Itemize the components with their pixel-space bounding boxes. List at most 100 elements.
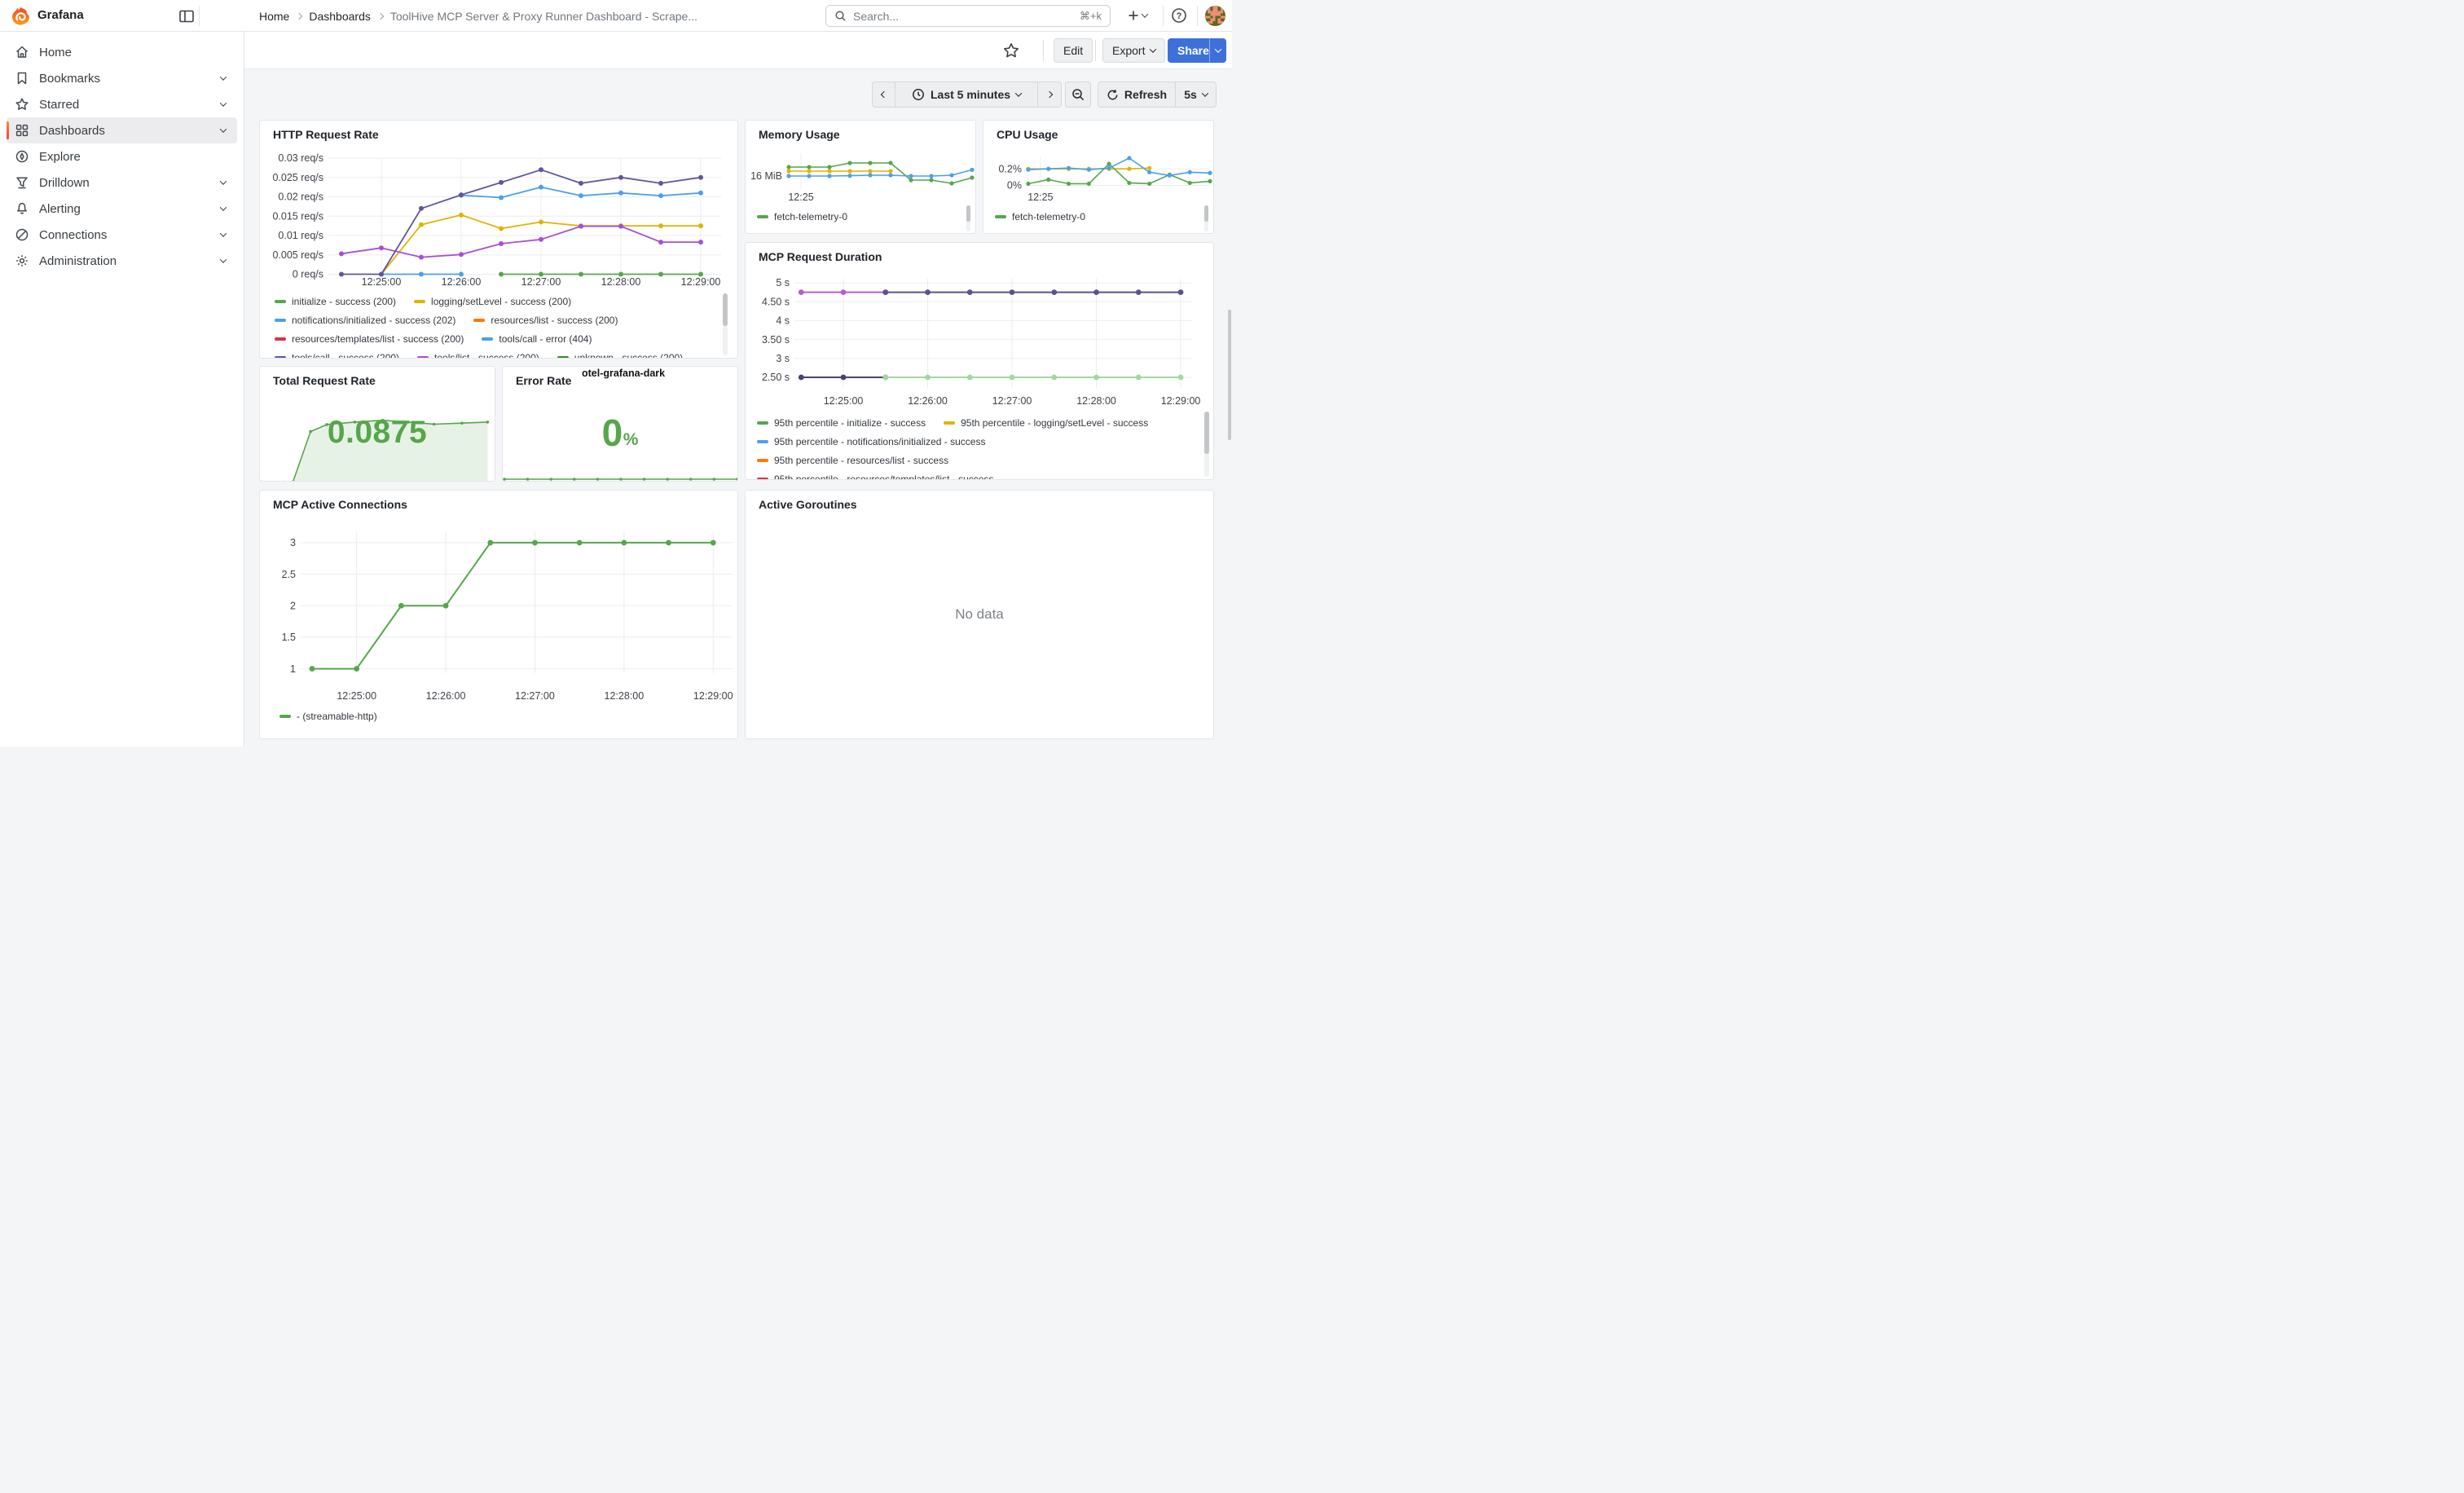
legend-color-marker — [995, 215, 1006, 218]
legend-scrollbar[interactable] — [1204, 412, 1209, 454]
panel-title[interactable]: HTTP Request Rate — [273, 128, 379, 141]
sidebar-item-bookmarks[interactable]: Bookmarks — [7, 65, 237, 91]
legend-item[interactable]: - (streamable-http) — [279, 711, 377, 722]
time-shift-back-button[interactable] — [872, 81, 895, 108]
legend-item[interactable]: fetch-telemetry-0 — [757, 211, 847, 222]
svg-text:0%: 0% — [1007, 180, 1022, 192]
panel-title[interactable]: MCP Active Connections — [273, 498, 407, 511]
zoom-out-button[interactable] — [1065, 81, 1091, 108]
sidebar-item-connections[interactable]: Connections — [7, 222, 237, 248]
legend-color-marker — [473, 319, 485, 322]
chevron-down-icon[interactable] — [220, 99, 227, 106]
legend-item[interactable]: resources/templates/list - success (200) — [275, 333, 464, 345]
chevron-down-icon[interactable] — [220, 230, 227, 236]
legend-color-marker — [944, 421, 955, 425]
chevron-down-icon[interactable] — [220, 256, 227, 262]
sidebar-item-label: Explore — [39, 150, 81, 164]
sidebar-item-starred[interactable]: Starred — [7, 91, 237, 117]
chevron-left-icon — [880, 91, 887, 98]
svg-text:1: 1 — [290, 663, 296, 675]
panel-title[interactable]: CPU Usage — [997, 128, 1058, 141]
plus-icon — [1127, 9, 1140, 22]
search-input[interactable]: ⌘+k — [825, 5, 1111, 27]
legend-scrollbar[interactable] — [966, 205, 970, 222]
sidebar-item-label: Home — [39, 46, 72, 59]
panel-active-goroutines: Active Goroutines No data — [745, 490, 1214, 739]
favorite-star-icon[interactable] — [1002, 42, 1020, 59]
legend-scrollbar[interactable] — [723, 293, 728, 326]
sidebar-item-home[interactable]: Home — [7, 39, 237, 65]
svg-text:1.5: 1.5 — [282, 632, 296, 643]
sidebar-item-label: Starred — [39, 98, 79, 112]
star-icon — [15, 97, 29, 112]
panel-memory-usage: Memory Usage 12:2516 MiB fetch-telemetry… — [745, 120, 976, 234]
search-shortcut: ⌘+k — [1080, 10, 1102, 23]
dock-menu-icon[interactable] — [178, 7, 196, 25]
chart-legend: 95th percentile - initialize - success 95… — [757, 413, 1148, 480]
legend-item[interactable]: initialize - success (200) — [275, 296, 396, 307]
mcp-active-connections-chart[interactable]: 12:25:0012:26:0012:27:0012:28:0012:29:00… — [260, 491, 737, 738]
panel-title[interactable]: Error Rate — [516, 374, 571, 387]
add-new-button[interactable] — [1127, 7, 1147, 24]
sidebar-item-administration[interactable]: Administration — [7, 248, 237, 274]
grafana-logo-icon[interactable] — [11, 6, 31, 26]
chart-legend: fetch-telemetry-0 — [757, 209, 847, 225]
legend-item[interactable]: unknown - success (200) — [557, 352, 683, 359]
legend-scrollbar[interactable] — [1204, 205, 1208, 222]
sidebar-item-label: Dashboards — [39, 124, 105, 138]
legend-item[interactable]: 95th percentile - resources/list - succe… — [757, 455, 948, 466]
breadcrumb-item[interactable]: Dashboards — [309, 10, 371, 23]
legend-row: notifications/initialized - success (202… — [275, 310, 683, 329]
legend-row: - (streamable-http) — [279, 707, 377, 725]
help-button[interactable]: ? — [1171, 7, 1187, 24]
breadcrumb-item: ToolHive MCP Server & Proxy Runner Dashb… — [390, 10, 697, 23]
sidebar: Home Bookmarks Starred Dashboards Explore Dri… — [0, 32, 244, 746]
chevron-down-icon[interactable] — [220, 204, 227, 210]
sidebar-item-dashboards[interactable]: Dashboards — [7, 117, 237, 143]
legend-item[interactable]: tools/call - error (404) — [482, 333, 592, 345]
floating-datasource-label: otel-grafana-dark — [582, 368, 665, 379]
legend-color-marker — [275, 300, 286, 303]
panel-title[interactable]: Active Goroutines — [759, 498, 857, 511]
dashboard-toolbar: Edit Export Share — [244, 32, 1232, 69]
chevron-down-icon — [1142, 11, 1148, 17]
search-field[interactable] — [853, 10, 1073, 23]
legend-item[interactable]: tools/list - success (200) — [417, 352, 539, 359]
legend-row: 95th percentile - resources/list - succe… — [757, 451, 1148, 469]
time-shift-forward-button[interactable] — [1038, 81, 1062, 108]
svg-text:12:26:00: 12:26:00 — [908, 395, 948, 407]
panel-title[interactable]: Memory Usage — [759, 128, 840, 141]
sidebar-item-explore[interactable]: Explore — [7, 143, 237, 170]
sidebar-item-alerting[interactable]: Alerting — [7, 196, 237, 222]
sidebar-item-drilldown[interactable]: Drilldown — [7, 170, 237, 196]
legend-item[interactable]: 95th percentile - logging/setLevel - suc… — [944, 417, 1148, 429]
chevron-down-icon[interactable] — [220, 178, 227, 184]
search-icon — [834, 10, 847, 22]
legend-item[interactable]: fetch-telemetry-0 — [995, 211, 1085, 222]
legend-color-marker — [757, 459, 768, 462]
panel-title[interactable]: MCP Request Duration — [759, 250, 882, 263]
share-dropdown-button[interactable] — [1209, 38, 1226, 63]
breadcrumb-item[interactable]: Home — [259, 10, 289, 23]
page-scrollbar[interactable] — [1228, 310, 1231, 440]
chevron-down-icon[interactable] — [220, 126, 227, 132]
legend-item[interactable]: resources/list - success (200) — [473, 315, 618, 326]
legend-item[interactable]: notifications/initialized - success (202… — [275, 315, 455, 326]
refresh-button[interactable]: Refresh — [1098, 81, 1176, 108]
user-avatar[interactable] — [1205, 6, 1225, 26]
legend-item[interactable]: logging/setLevel - success (200) — [414, 296, 571, 307]
refresh-interval-dropdown[interactable]: 5s — [1176, 81, 1217, 108]
chevron-down-icon[interactable] — [220, 73, 227, 80]
svg-text:0.03 req/s: 0.03 req/s — [278, 152, 323, 164]
panel-title[interactable]: Total Request Rate — [273, 374, 376, 387]
edit-button[interactable]: Edit — [1054, 38, 1093, 63]
svg-text:?: ? — [1177, 11, 1182, 21]
legend-item[interactable]: 95th percentile - initialize - success — [757, 417, 926, 429]
legend-item[interactable]: tools/call - success (200) — [275, 352, 399, 359]
time-range-picker[interactable]: Last 5 minutes — [895, 81, 1038, 108]
export-button[interactable]: Export — [1102, 38, 1165, 63]
legend-item[interactable]: 95th percentile - resources/templates/li… — [757, 473, 993, 481]
drilldown-icon — [15, 175, 29, 190]
svg-text:12:28:00: 12:28:00 — [605, 690, 645, 702]
legend-item[interactable]: 95th percentile - notifications/initiali… — [757, 436, 985, 447]
